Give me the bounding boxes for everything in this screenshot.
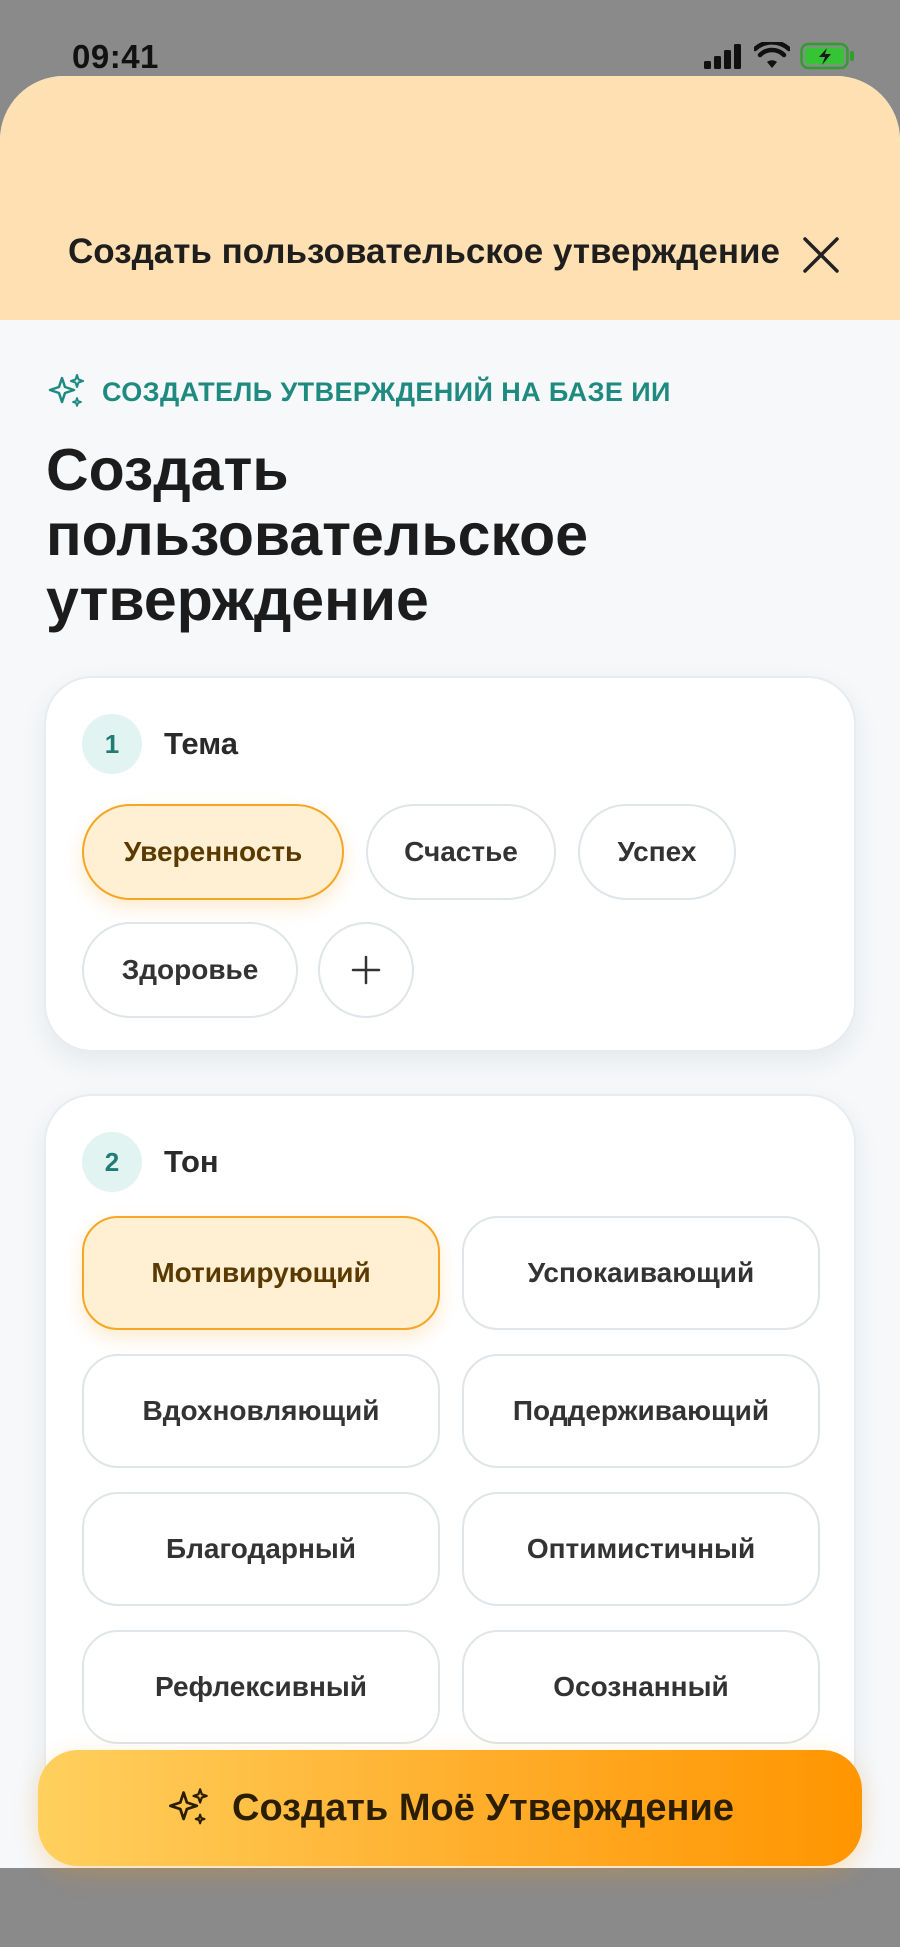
- tone-step-header: 2 Тон: [82, 1132, 219, 1192]
- theme-step-header: 1 Тема: [82, 714, 238, 774]
- sheet-header: Создать пользовательское утверждение: [0, 76, 900, 320]
- status-icons: [704, 40, 856, 75]
- create-affirmation-button[interactable]: Создать Моё Утверждение: [38, 1750, 862, 1866]
- sparkles-icon: [169, 1788, 208, 1825]
- add-theme-button[interactable]: [318, 922, 414, 1018]
- battery-charging-icon: [800, 42, 856, 75]
- tone-chip-grateful[interactable]: Благодарный: [82, 1492, 440, 1606]
- tone-chip-motivating[interactable]: Мотивирующий: [82, 1216, 440, 1330]
- tone-chip-supportive[interactable]: Поддерживающий: [462, 1354, 820, 1468]
- cta-label: Создать Моё Утверждение: [232, 1786, 734, 1829]
- sheet-header-title: Создать пользовательское утверждение: [68, 232, 781, 271]
- step-badge: 1: [82, 714, 142, 774]
- step-badge: 2: [82, 1132, 142, 1192]
- theme-chip-confidence[interactable]: Уверенность: [82, 804, 344, 900]
- tone-chip-reflective[interactable]: Рефлексивный: [82, 1630, 440, 1744]
- modal-sheet: Создать пользовательское утверждение СОЗ…: [0, 76, 900, 1868]
- step-title: Тема: [164, 726, 238, 761]
- step-title: Тон: [164, 1144, 219, 1179]
- close-icon: [803, 237, 839, 273]
- tone-chip-mindful[interactable]: Осознанный: [462, 1630, 820, 1744]
- tone-card: 2 Тон Мотивирующий Успокаивающий Вдохнов…: [44, 1094, 856, 1814]
- tone-chip-optimistic[interactable]: Оптимистичный: [462, 1492, 820, 1606]
- tone-chip-inspiring[interactable]: Вдохновляющий: [82, 1354, 440, 1468]
- theme-chip-happiness[interactable]: Счастье: [366, 804, 556, 900]
- eyebrow: СОЗДАТЕЛЬ УТВЕРЖДЕНИЙ НА БАЗЕ ИИ: [46, 372, 671, 412]
- tone-chip-calming[interactable]: Успокаивающий: [462, 1216, 820, 1330]
- signal-icon: [704, 43, 744, 74]
- status-time: 09:41: [72, 38, 159, 75]
- theme-card: 1 Тема Уверенность Счастье Успех Здоровь…: [44, 676, 856, 1052]
- page-title: Создать пользовательское утверждение: [46, 437, 589, 633]
- wifi-icon: [752, 40, 792, 75]
- eyebrow-text: СОЗДАТЕЛЬ УТВЕРЖДЕНИЙ НА БАЗЕ ИИ: [102, 376, 671, 407]
- sparkles-icon: [48, 374, 84, 407]
- close-button[interactable]: [800, 234, 842, 276]
- theme-chip-health[interactable]: Здоровье: [82, 922, 298, 1018]
- theme-chip-success[interactable]: Успех: [578, 804, 736, 900]
- plus-icon: [351, 955, 381, 985]
